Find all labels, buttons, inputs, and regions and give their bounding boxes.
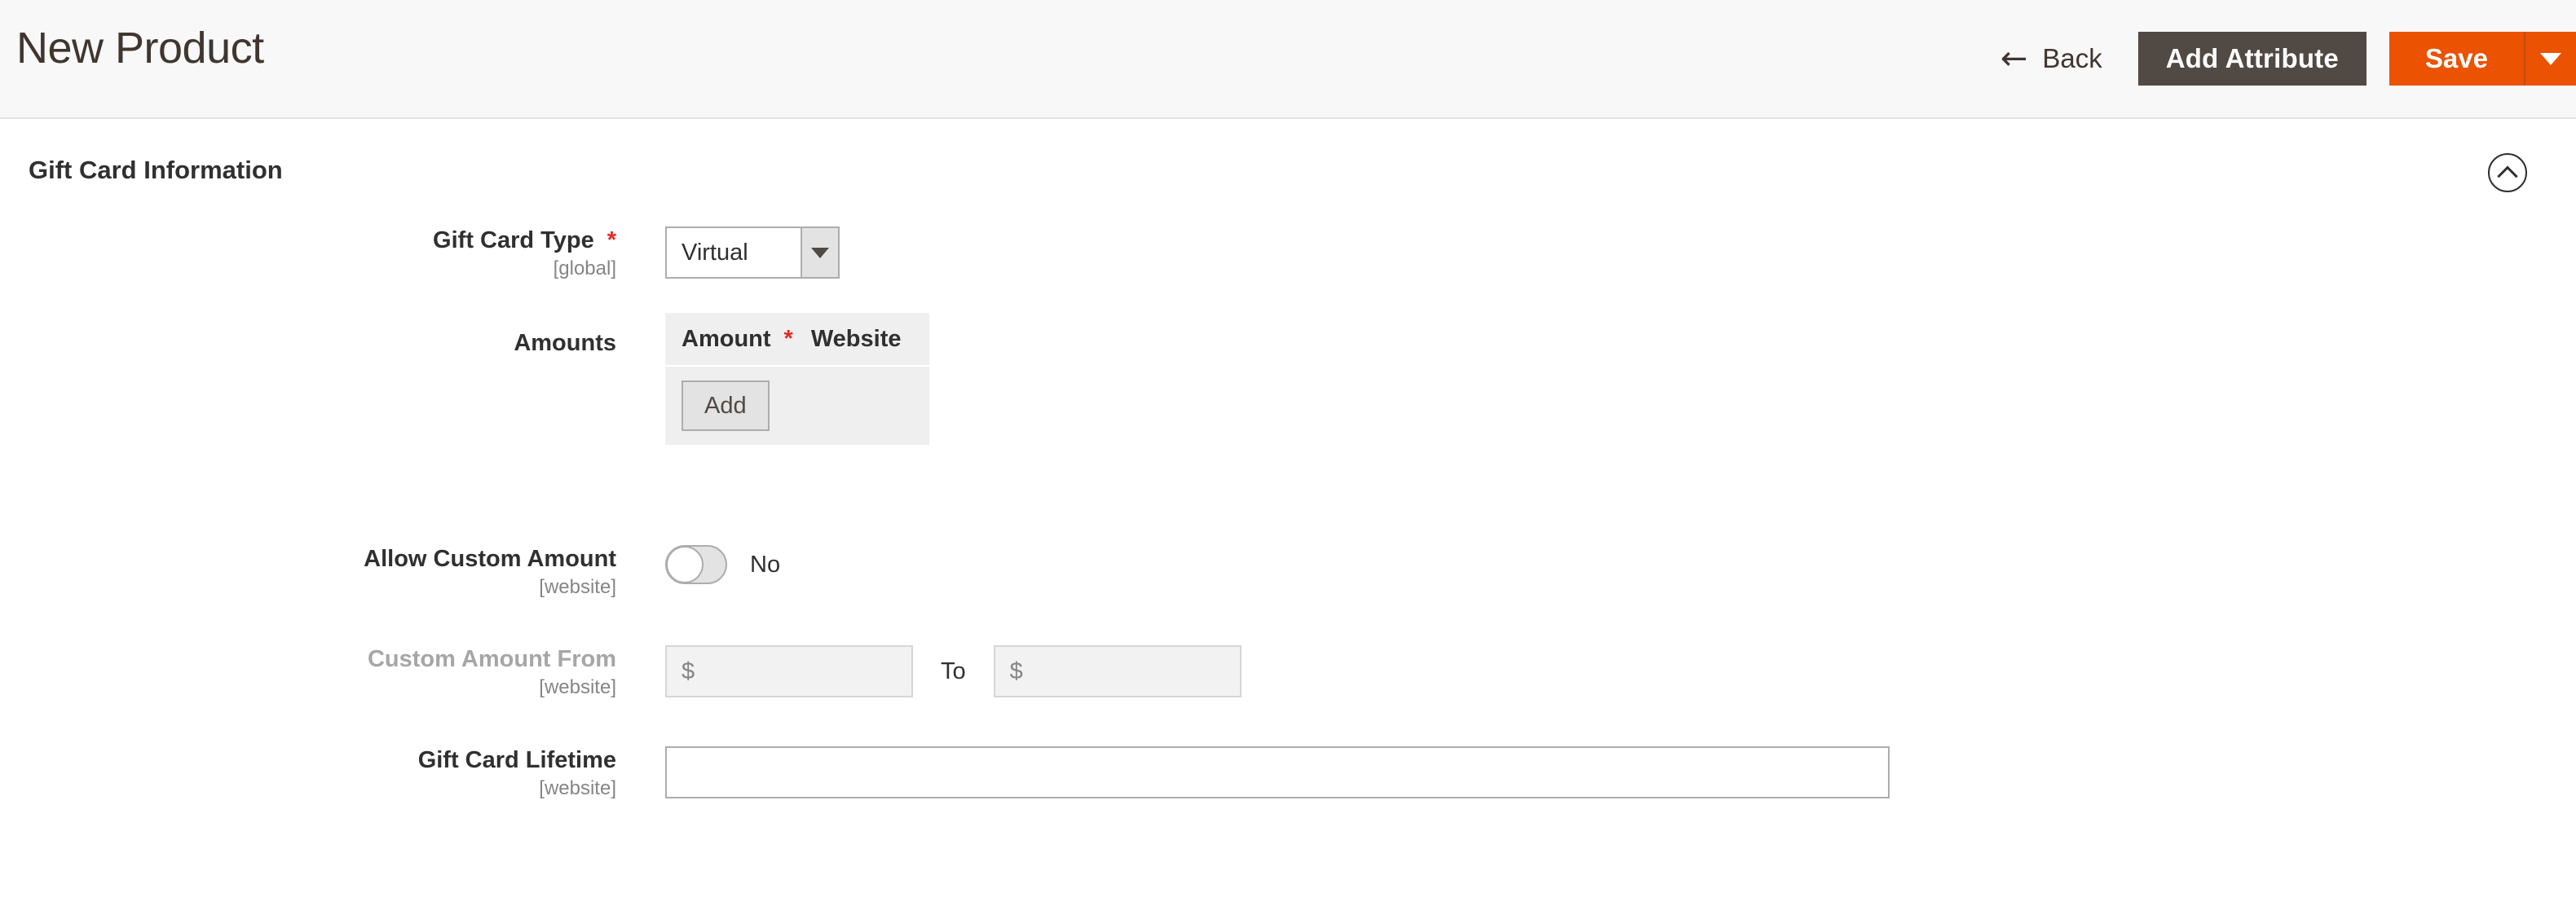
select-arrow-box[interactable] [801, 228, 838, 277]
page-title: New Product [16, 24, 264, 73]
allow-custom-amount-label: Allow Custom Amount [364, 546, 616, 572]
section-title: Gift Card Information [29, 156, 283, 184]
amounts-table-body: Add [665, 367, 929, 445]
custom-amount-range-control: To [665, 645, 1242, 697]
custom-amount-to-input[interactable] [993, 645, 1242, 697]
arrow-left-icon: ← [2000, 40, 2028, 77]
allow-custom-amount-toggle-group: No [665, 545, 780, 584]
amounts-table: Amount * Website Add [665, 313, 929, 445]
toggle-knob [666, 546, 704, 583]
gift-card-lifetime-input[interactable] [665, 746, 1890, 798]
chevron-up-circle-icon[interactable] [2488, 153, 2527, 192]
caret-down-icon [2540, 52, 2561, 65]
allow-custom-amount-control: No [665, 545, 780, 584]
allow-custom-amount-toggle[interactable] [665, 545, 727, 584]
amounts-label-col: Amounts [0, 329, 616, 357]
gift-card-type-label-col: Gift Card Type * [global] [0, 226, 616, 281]
custom-amount-from-label-col: Custom Amount From [website] [0, 645, 616, 700]
range-separator-to: To [941, 658, 966, 684]
amount-required-asterisk: * [783, 325, 793, 352]
gift-card-lifetime-label-col: Gift Card Lifetime [website] [0, 746, 616, 801]
page-header: New Product ← Back Add Attribute Save [0, 0, 2576, 119]
chevron-up-glyph [2497, 165, 2518, 187]
header-actions: ← Back Add Attribute Save [2000, 0, 2576, 117]
field-row-custom-amount-range: Custom Amount From [website] To [0, 645, 2576, 700]
amounts-table-header-row: Amount * Website [665, 313, 929, 367]
gift-card-type-control: Virtual [665, 226, 840, 279]
gift-card-type-scope: [global] [553, 257, 616, 279]
amounts-label: Amounts [514, 330, 616, 356]
add-attribute-button[interactable]: Add Attribute [2137, 32, 2366, 86]
required-asterisk: * [607, 227, 616, 253]
column-header-amount: Amount [681, 325, 771, 352]
save-button[interactable]: Save [2389, 32, 2525, 86]
add-amount-button[interactable]: Add [681, 380, 770, 431]
gift-card-lifetime-scope: [website] [539, 777, 616, 799]
column-header-website: Website [810, 325, 902, 352]
back-button-label: Back [2042, 43, 2102, 73]
save-options-toggle[interactable] [2525, 32, 2576, 86]
back-button[interactable]: ← Back [2000, 42, 2102, 75]
field-row-gift-card-lifetime: Gift Card Lifetime [website] [0, 746, 2576, 801]
allow-custom-amount-label-col: Allow Custom Amount [website] [0, 545, 616, 600]
allow-custom-amount-value: No [750, 551, 781, 578]
gift-card-type-selected-value: Virtual [667, 228, 801, 277]
gift-card-type-select[interactable]: Virtual [665, 226, 840, 279]
chevron-down-icon [811, 247, 829, 258]
custom-amount-from-label: Custom Amount From [367, 646, 616, 672]
save-split-button: Save [2389, 32, 2576, 86]
custom-amount-from-scope: [website] [539, 676, 616, 698]
amounts-control: Amount * Website Add [665, 313, 929, 445]
field-row-gift-card-type: Gift Card Type * [global] Virtual [0, 226, 2576, 281]
gift-card-lifetime-label: Gift Card Lifetime [417, 747, 616, 773]
field-row-amounts: Amounts Amount * Website Add [0, 313, 2576, 445]
field-row-allow-custom-amount: Allow Custom Amount [website] No [0, 545, 2576, 600]
allow-custom-amount-scope: [website] [539, 576, 616, 598]
gift-card-lifetime-control [665, 746, 1890, 798]
gift-card-type-label: Gift Card Type [433, 227, 594, 253]
section-header: Gift Card Information [0, 119, 2576, 209]
custom-amount-from-input[interactable] [665, 645, 913, 697]
gift-card-information-section: Gift Card Information Gift Card Type * [g… [0, 119, 2576, 799]
